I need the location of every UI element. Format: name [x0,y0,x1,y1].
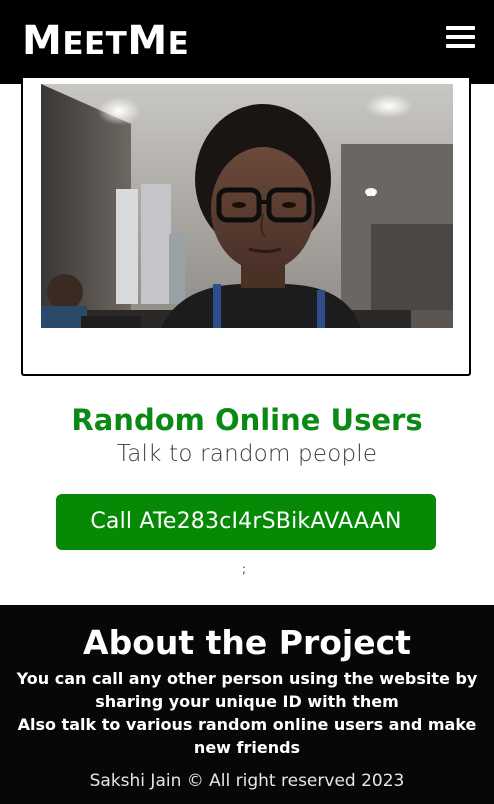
brand-logo[interactable]: MEETME [22,18,189,67]
about-line-3: Also talk to various random online users… [17,715,477,734]
top-navbar: MEETME [0,0,494,84]
about-description: You can call any other person using the … [0,667,494,759]
copyright-text: Sakshi Jain © All right reserved 2023 [89,771,405,791]
call-random-user-button[interactable]: Call ATe283cI4rSBikAVAAAN [56,494,436,550]
webcam-video-frame [41,84,453,328]
random-users-title: Random Online Users [71,403,423,437]
local-video-feed [41,84,453,328]
about-line-1: You can call any other person using the … [16,669,478,688]
hamburger-menu-icon[interactable] [446,26,476,48]
random-users-subtitle: Talk to random people [116,441,378,467]
about-line-2: sharing your unique ID with them [95,692,399,711]
about-line-4: new friends [193,738,301,757]
stray-text: ; [242,562,247,576]
footer: About the Project You can call any other… [0,605,494,804]
about-title: About the Project [83,623,411,662]
